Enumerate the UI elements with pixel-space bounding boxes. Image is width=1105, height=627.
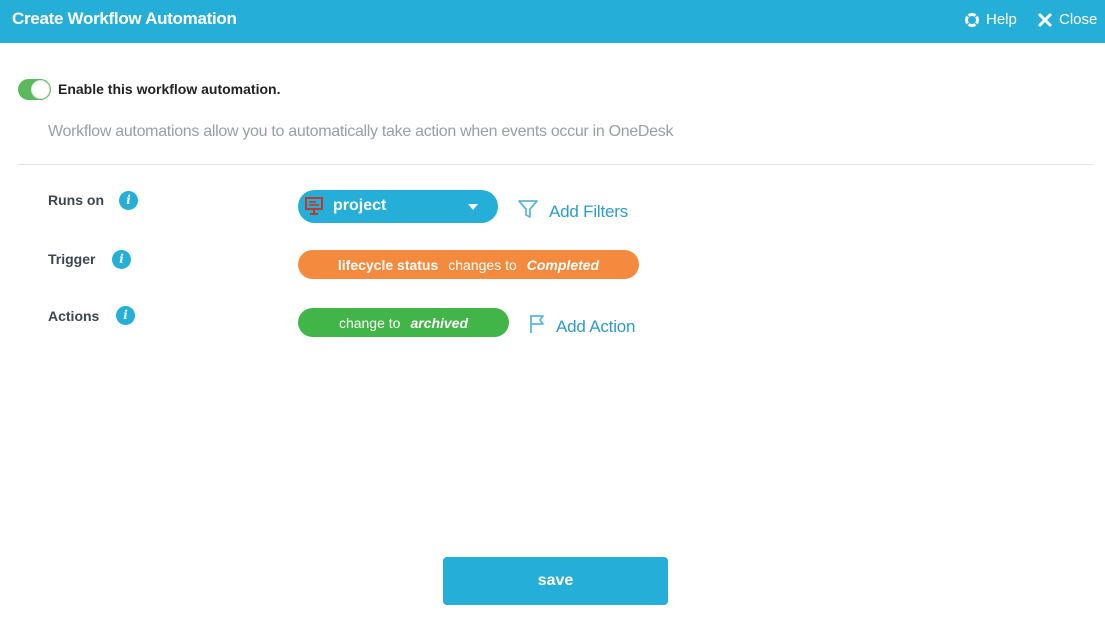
- project-icon: [304, 196, 324, 221]
- flag-icon: [528, 313, 546, 340]
- add-filters-button[interactable]: Add Filters: [517, 198, 628, 225]
- enable-toggle[interactable]: [18, 79, 51, 100]
- help-button[interactable]: Help: [964, 11, 1017, 28]
- trigger-info-icon[interactable]: i: [112, 250, 131, 269]
- dialog-header: Create Workflow Automation Help Close: [0, 0, 1105, 43]
- runs-on-select[interactable]: project: [298, 190, 498, 223]
- trigger-field: lifecycle status: [337, 256, 439, 273]
- lifebuoy-icon: [964, 12, 980, 28]
- close-button[interactable]: Close: [1037, 11, 1097, 28]
- trigger-pill[interactable]: lifecycle status changes to Completed: [298, 250, 639, 279]
- filter-icon: [517, 198, 539, 225]
- trigger-label: Trigger: [48, 251, 96, 267]
- action-verb: change to: [338, 314, 401, 331]
- enable-toggle-label: Enable this workflow automation.: [58, 81, 281, 97]
- action-pill[interactable]: change to archived: [298, 308, 509, 337]
- description-text: Workflow automations allow you to automa…: [48, 123, 674, 140]
- runs-on-selected-value: project: [333, 197, 387, 214]
- toggle-knob: [31, 80, 50, 99]
- action-value: archived: [410, 314, 469, 331]
- actions-info-icon[interactable]: i: [116, 306, 135, 325]
- save-button[interactable]: save: [443, 557, 668, 605]
- trigger-verb: changes to: [448, 256, 517, 273]
- trigger-value: Completed: [526, 256, 600, 273]
- actions-label: Actions: [48, 308, 100, 324]
- add-filters-label: Add Filters: [549, 201, 629, 221]
- runs-on-info-icon[interactable]: i: [119, 191, 138, 210]
- dialog-title: Create Workflow Automation: [12, 9, 237, 28]
- divider: [18, 164, 1093, 165]
- add-action-button[interactable]: Add Action: [528, 313, 635, 340]
- chevron-down-icon: [468, 204, 478, 210]
- runs-on-label: Runs on: [48, 192, 104, 208]
- add-action-label: Add Action: [556, 316, 636, 336]
- close-icon: [1037, 12, 1053, 28]
- close-label: Close: [1059, 11, 1098, 28]
- help-label: Help: [986, 11, 1017, 28]
